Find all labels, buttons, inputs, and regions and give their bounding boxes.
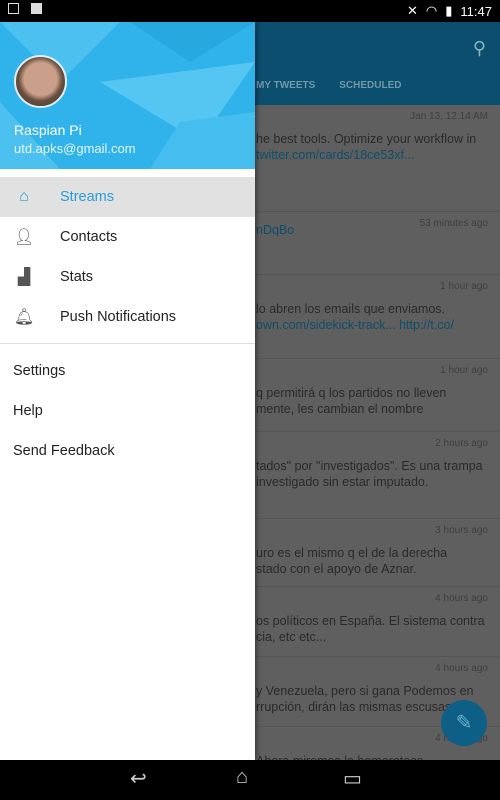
drawer-item-settings[interactable]: Settings <box>13 363 65 379</box>
tab-my-tweets[interactable]: MY TWEETS <box>256 80 315 91</box>
tweet-text: q permitirá q los partidos no lleven ment… <box>256 386 447 416</box>
battery-icon: ▮ <box>445 3 453 18</box>
tab-scheduled[interactable]: SCHEDULED <box>339 80 401 91</box>
user-email: utd.apks@gmail.com <box>14 141 136 156</box>
divider <box>0 343 255 344</box>
drawer-item-contacts[interactable]: 👤︎ Contacts <box>0 217 255 257</box>
drawer-header: Raspian Pi utd.apks@gmail.com <box>0 22 255 169</box>
image-icon <box>8 3 19 14</box>
tweet-text: os políticos en España. El sistema contr… <box>256 614 485 644</box>
tweet-time: 3 hours ago <box>435 525 488 536</box>
tweet-text: he best tools. Optimize your workflow in… <box>256 132 477 162</box>
drawer-item-streams[interactable]: ⌂ Streams <box>0 177 255 217</box>
tweet-row[interactable]: 1 hour ago lo abren los emails que envia… <box>255 275 500 359</box>
tweet-row[interactable]: 53 minutes ago nDqBo <box>255 212 500 275</box>
status-bar: ✕ ◠ ▮ 11:47 <box>0 0 500 22</box>
tweet-time: 2 hours ago <box>435 438 488 449</box>
system-nav-bar: ↩ ⌂ ▭ <box>0 760 500 800</box>
person-icon: 👤︎ <box>13 229 35 246</box>
tweet-text: nDqBo <box>256 223 295 237</box>
tweet-row[interactable]: 3 hours ago uro es el mismo q el de la d… <box>255 519 500 587</box>
clipboard-check-icon <box>31 3 42 14</box>
tweet-row[interactable]: 2 hours ago tados" por "investigados". E… <box>255 432 500 519</box>
home-nav-icon[interactable]: ⌂ <box>236 766 248 789</box>
bell-icon: 🔔︎ <box>13 309 35 326</box>
user-name: Raspian Pi <box>14 122 82 138</box>
tweet-time: Jan 13, 12:14 AM <box>410 111 488 122</box>
tweet-row[interactable]: 4 hours ago os políticos en España. El s… <box>255 587 500 657</box>
drawer-item-push-notifications[interactable]: 🔔︎ Push Notifications <box>0 297 255 337</box>
tweet-text: y Venezuela, pero si gana Podemos en rrup… <box>256 684 474 714</box>
back-icon[interactable]: ↩ <box>130 766 147 791</box>
home-icon: ⌂ <box>19 188 29 205</box>
bar-chart-icon: ▟ <box>17 269 31 286</box>
drawer-item-send-feedback[interactable]: Send Feedback <box>13 443 115 459</box>
compose-button[interactable]: ✎ <box>441 700 487 746</box>
pencil-icon: ✎ <box>455 712 473 734</box>
tweet-time: 53 minutes ago <box>419 218 488 229</box>
mute-icon: ✕ <box>407 3 418 18</box>
tweet-time: 4 hours ago <box>435 593 488 604</box>
drawer-item-stats[interactable]: ▟ Stats <box>0 257 255 297</box>
clock: 11:47 <box>460 3 492 19</box>
tweet-time: 1 hour ago <box>440 365 488 376</box>
tweet-text: uro es el mismo q el de la derecha stado … <box>256 546 448 576</box>
tweet-text: Ahora miremos la hemeroteca <box>256 753 423 760</box>
tweet-text: lo abren los emails que enviamos. own.com… <box>256 302 454 332</box>
wifi-icon: ◠ <box>425 3 438 18</box>
drawer-item-help[interactable]: Help <box>13 403 43 419</box>
navigation-drawer: Raspian Pi utd.apks@gmail.com ⌂ Streams 👤… <box>0 22 255 760</box>
tweet-row[interactable]: Jan 13, 12:14 AM he best tools. Optimize… <box>255 105 500 212</box>
search-icon[interactable]: ⚲ <box>473 38 486 59</box>
tweet-row[interactable]: 1 hour ago q permitirá q los partidos no… <box>255 359 500 432</box>
recents-icon[interactable]: ▭ <box>343 766 362 791</box>
tweet-text: tados" por "investigados". Es una trampa… <box>256 459 483 489</box>
tweet-time: 4 hours ago <box>435 663 488 674</box>
tweet-time: 1 hour ago <box>440 281 488 292</box>
avatar[interactable] <box>14 55 67 108</box>
